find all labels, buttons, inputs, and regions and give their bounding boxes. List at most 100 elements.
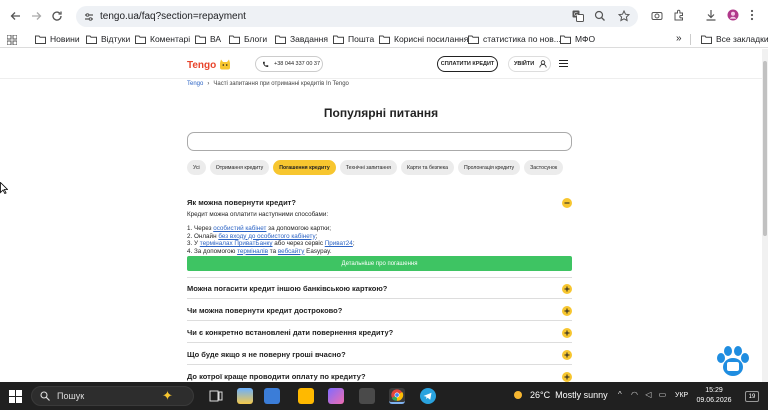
bookmarks-bar: Новини Відтуки Коментарі ВА Блоги Завдан… [0, 31, 768, 48]
clock[interactable]: 15:29 09.06.2026 [696, 386, 732, 406]
bookmark-item[interactable]: Завдання [275, 34, 328, 44]
address-bar[interactable]: tengo.ua/faq?section=repayment G [76, 6, 638, 27]
repayment-details-button[interactable]: Детальніше про погашення [187, 256, 572, 271]
file-explorer-icon[interactable] [237, 388, 253, 404]
system-tray[interactable]: ^ ◠ ◁ ▭ [618, 390, 666, 399]
answer-step: 4. За допомогою терміналів та вебсайту E… [187, 247, 332, 255]
site-header: Tengo +38 044 337 00 37 СПЛАТИТИ КРЕДИТ … [0, 49, 762, 79]
battery-icon[interactable]: ▭ [659, 390, 667, 399]
bookmark-item[interactable]: ВА [195, 34, 221, 44]
all-bookmarks[interactable]: Все закладки [701, 34, 768, 44]
tab-all[interactable]: Усі [187, 160, 206, 175]
expand-icon[interactable] [562, 328, 572, 338]
volume-icon[interactable]: ◁ [645, 390, 651, 399]
browser-menu-icon[interactable] [750, 9, 754, 21]
task-view-icon[interactable] [208, 388, 224, 404]
faq-question[interactable]: До котрої краще проводити оплату по кред… [187, 372, 366, 381]
chat-paw-icon[interactable] [714, 345, 752, 379]
link-website[interactable]: вебсайту [278, 248, 305, 255]
back-icon[interactable] [5, 5, 27, 27]
app-icon[interactable] [359, 388, 375, 404]
tab-cards-security[interactable]: Карти та безпека [400, 160, 454, 175]
bookmark-item[interactable]: Пошта [333, 34, 374, 44]
language-indicator[interactable]: УКР [675, 392, 688, 399]
link-privatbank-terminals[interactable]: терміналах ПриватБанку [200, 240, 273, 247]
chevron-up-icon[interactable]: ^ [618, 390, 622, 399]
user-icon [539, 60, 547, 68]
forward-icon[interactable] [25, 5, 47, 27]
scrollbar-thumb[interactable] [763, 61, 767, 236]
windows-start-icon[interactable] [9, 390, 22, 403]
faq-question[interactable]: Чи є конкретно встановлені дати повернен… [187, 328, 393, 337]
bookmark-item[interactable]: статистика по нов... [468, 34, 561, 44]
folder-app-icon[interactable] [298, 388, 314, 404]
tab-getting-credit[interactable]: Отримання кредиту [209, 160, 270, 175]
site-info-icon[interactable] [84, 12, 94, 22]
profile-avatar-icon[interactable] [727, 9, 739, 21]
bookmark-item[interactable]: Новини [35, 34, 80, 44]
faq-item[interactable]: Чи є конкретно встановлені дати повернен… [187, 328, 572, 343]
folder-icon [229, 35, 240, 44]
sun-icon [514, 391, 522, 399]
sparkle-icon: ✦ [162, 388, 173, 403]
breadcrumb: Tengo › Часті запитання при отриманні кр… [187, 81, 349, 87]
bookmark-star-icon[interactable] [618, 10, 630, 22]
copilot-icon[interactable] [328, 388, 344, 404]
pay-credit-button[interactable]: СПЛАТИТИ КРЕДИТ [437, 56, 498, 72]
expand-icon[interactable] [562, 284, 572, 294]
browser-toolbar: tengo.ua/faq?section=repayment G [0, 0, 768, 32]
answer-step: 1. Через особистий кабінет за допомогою … [187, 225, 332, 232]
hamburger-menu-icon[interactable] [558, 58, 569, 69]
tab-technical[interactable]: Технічні запитання [339, 160, 397, 175]
faq-item[interactable]: До котрої краще проводити оплату по кред… [187, 372, 572, 382]
zoom-icon[interactable] [594, 10, 606, 22]
tab-prolongation[interactable]: Пролонгація кредиту [458, 160, 521, 175]
faq-question[interactable]: Що буде якщо я не поверну гроші вчасно? [187, 350, 346, 359]
url-text[interactable]: tengo.ua/faq?section=repayment [100, 11, 246, 22]
reload-icon[interactable] [46, 5, 68, 27]
faq-item[interactable]: Що буде якщо я не поверну гроші вчасно? [187, 350, 572, 365]
link-terminals[interactable]: терміналів [237, 248, 268, 255]
bookmark-item[interactable]: Відтуки [86, 34, 130, 44]
translate-icon[interactable]: G [572, 10, 584, 22]
more-bookmarks-icon[interactable]: » [676, 33, 682, 44]
faq-item[interactable]: Можна погасити кредит іншою банківською … [187, 284, 572, 299]
collapse-icon[interactable] [562, 198, 572, 208]
bookmark-item[interactable]: Коментарі [135, 34, 190, 44]
link-privat24[interactable]: Приват24 [325, 240, 353, 247]
bookmark-item[interactable]: Корисні посилання [379, 34, 468, 44]
notification-badge[interactable]: 19 [745, 391, 759, 402]
extensions-icon[interactable] [673, 9, 685, 21]
store-icon[interactable] [264, 388, 280, 404]
faq-question[interactable]: Можна погасити кредит іншою банківською … [187, 284, 387, 293]
faq-search-input[interactable] [187, 132, 572, 151]
telegram-icon[interactable] [420, 388, 436, 404]
camera-icon[interactable] [651, 10, 663, 21]
weather-widget[interactable]: 26°C Mostly sunny [511, 388, 608, 402]
breadcrumb-home[interactable]: Tengo [187, 81, 203, 87]
link-without-login[interactable]: без входу до особистого кабінету [218, 233, 315, 240]
expand-icon[interactable] [562, 372, 572, 382]
site-logo[interactable]: Tengo [187, 59, 231, 71]
faq-item[interactable]: Чи можна повернути кредит достроково? [187, 306, 572, 321]
download-icon[interactable] [705, 9, 717, 21]
link-personal-cabinet[interactable]: особистий кабінет [213, 225, 266, 232]
faq-question[interactable]: Як можна повернути кредит? [187, 198, 296, 207]
chrome-icon[interactable] [389, 388, 405, 404]
folder-icon [560, 35, 571, 44]
breadcrumb-separator: › [207, 81, 210, 87]
wifi-icon[interactable]: ◠ [631, 390, 638, 399]
apps-grid-icon[interactable] [7, 35, 17, 45]
folder-icon [701, 35, 712, 44]
tab-app[interactable]: Застосунок [524, 160, 564, 175]
expand-icon[interactable] [562, 306, 572, 316]
expand-icon[interactable] [562, 350, 572, 360]
faq-question[interactable]: Чи можна повернути кредит достроково? [187, 306, 342, 315]
phone-button[interactable]: +38 044 337 00 37 [255, 56, 323, 72]
bookmark-item[interactable]: МФО [560, 34, 595, 44]
login-button[interactable]: УВІЙТИ [508, 56, 551, 72]
page-scrollbar[interactable] [762, 49, 768, 382]
bookmark-item[interactable]: Блоги [229, 34, 267, 44]
tab-repayment[interactable]: Погашення кредиту [273, 160, 336, 175]
taskbar-search[interactable]: Пошук ✦ [31, 386, 194, 406]
